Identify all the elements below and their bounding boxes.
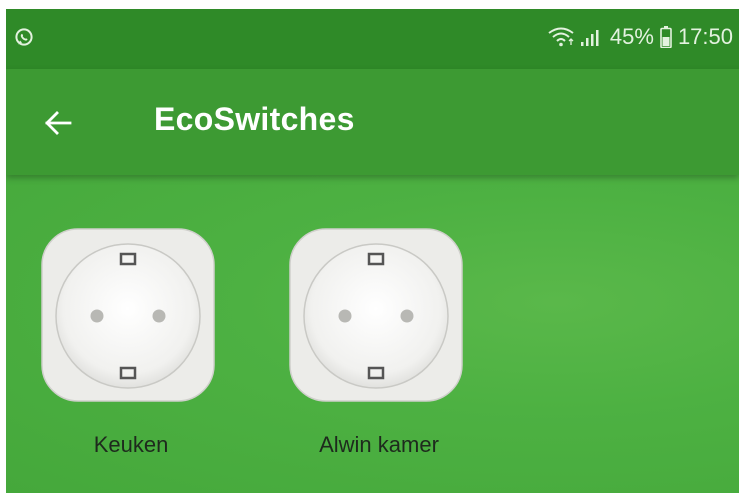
status-bar: 45% 17:50	[6, 9, 739, 69]
clock: 17:50	[677, 24, 733, 49]
page-title: EcoSwitches	[154, 101, 355, 137]
device-tile-keuken[interactable]: Keuken	[40, 227, 222, 457]
back-arrow-icon	[45, 111, 72, 135]
battery-icon	[660, 26, 672, 48]
device-tile-alwin-kamer[interactable]: Alwin kamer	[288, 227, 470, 457]
back-button[interactable]	[36, 105, 80, 141]
app-bar: EcoSwitches	[6, 69, 739, 175]
device-grid: Keuken Alwin kamer	[6, 175, 739, 493]
app-screen: 45% 17:50 EcoSwitches Keuken Alwin kamer	[6, 9, 739, 493]
device-label: Alwin kamer	[319, 432, 439, 457]
device-label: Keuken	[93, 432, 169, 457]
status-right: 45% 17:50	[548, 23, 733, 51]
smart-plug-icon	[41, 228, 215, 402]
wifi-icon	[548, 27, 574, 47]
whatsapp-icon	[15, 28, 33, 46]
battery-percent: 45%	[609, 24, 654, 49]
signal-icon	[580, 30, 599, 46]
smart-plug-icon	[289, 228, 463, 402]
